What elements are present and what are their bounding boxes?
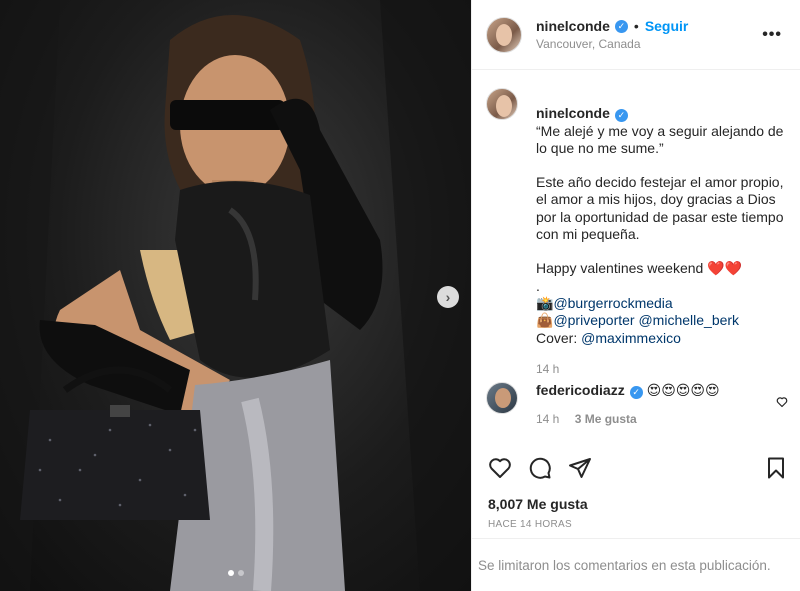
camera-icon: 📸: [536, 294, 554, 311]
comments-limited-notice: Se limitaron los comentarios en esta pub…: [472, 538, 800, 591]
comment-likes[interactable]: 3 Me gusta: [575, 412, 637, 426]
next-photo-button[interactable]: ›: [437, 286, 459, 308]
post-time-ago[interactable]: HACE 14 HORAS: [488, 519, 572, 530]
header-text: ninelconde ✓ • Seguir Vancouver, Canada: [536, 18, 688, 51]
commenter-avatar[interactable]: [486, 382, 518, 414]
credit-cover: Cover: @maximmexico: [536, 330, 786, 347]
commenter-username[interactable]: federicodiazz: [536, 382, 625, 398]
avatar[interactable]: [486, 16, 522, 53]
caption-quote: “Me alejé y me voy a seguir alejando de …: [536, 122, 784, 156]
caption-valentines: Happy valentines weekend ❤️❤️: [536, 260, 743, 277]
cover-label: Cover:: [536, 329, 582, 346]
author-username[interactable]: ninelconde: [536, 18, 610, 34]
share-icon[interactable]: [568, 456, 592, 480]
caption-area: ninelconde ✓ “Me alejé y me voy a seguir …: [472, 70, 800, 450]
comment-timestamp[interactable]: 14 h: [536, 412, 559, 426]
carousel-dot: [238, 570, 244, 576]
save-bookmark-icon[interactable]: [764, 456, 788, 480]
post-location[interactable]: Vancouver, Canada: [536, 37, 688, 51]
caption-timestamp[interactable]: 14 h: [536, 361, 786, 378]
like-heart-icon[interactable]: [488, 456, 512, 480]
comment-item: federicodiazz ✓ 😍😍😍😍😍 14 h 3 Me gusta: [486, 382, 786, 426]
credit-photo: 📸@burgerrockmedia: [536, 295, 786, 312]
verified-badge-icon: ✓: [614, 19, 628, 33]
action-bar: [472, 450, 800, 480]
verified-badge-icon: ✓: [629, 386, 643, 399]
follow-button[interactable]: Seguir: [645, 18, 689, 34]
caption-row: ninelconde ✓ “Me alejé y me voy a seguir …: [486, 88, 786, 378]
comment-icon[interactable]: [528, 456, 552, 480]
separator: •: [633, 18, 639, 34]
carousel-dot-active: [228, 570, 234, 576]
caption-avatar[interactable]: [486, 88, 518, 120]
comment-meta: 14 h 3 Me gusta: [536, 412, 720, 426]
caption-dot: .: [536, 277, 540, 294]
caption-paragraph: Este año decido festejar el amor propio,…: [536, 174, 784, 243]
mention-link[interactable]: @priveporter: [553, 312, 634, 328]
photo-illustration: [0, 0, 471, 591]
post-photo[interactable]: ›: [0, 0, 471, 591]
handbag-icon: 👜: [536, 312, 554, 329]
post-header: ninelconde ✓ • Seguir Vancouver, Canada …: [472, 0, 800, 70]
caption-body: ninelconde ✓ “Me alejé y me voy a seguir …: [536, 88, 786, 378]
comment-text: 😍😍😍😍😍: [646, 382, 720, 398]
verified-badge-icon: ✓: [614, 109, 628, 123]
post-side-panel: ninelconde ✓ • Seguir Vancouver, Canada …: [471, 0, 800, 591]
comment-body: federicodiazz ✓ 😍😍😍😍😍 14 h 3 Me gusta: [536, 382, 720, 426]
header-user-row: ninelconde ✓ • Seguir: [536, 18, 688, 34]
carousel-indicator: [228, 570, 244, 576]
likes-count[interactable]: 8,007 Me gusta: [488, 496, 588, 512]
mention-link[interactable]: @maximmexico: [581, 330, 681, 346]
caption-username[interactable]: ninelconde: [536, 105, 610, 121]
more-options-icon[interactable]: •••: [762, 26, 782, 44]
mention-link[interactable]: @michelle_berk: [638, 312, 739, 328]
chevron-right-icon: ›: [445, 289, 451, 305]
comment-like-heart-icon[interactable]: [776, 396, 788, 408]
credit-bag: 👜@priveporter @michelle_berk: [536, 312, 786, 329]
mention-link[interactable]: @burgerrockmedia: [553, 295, 672, 311]
